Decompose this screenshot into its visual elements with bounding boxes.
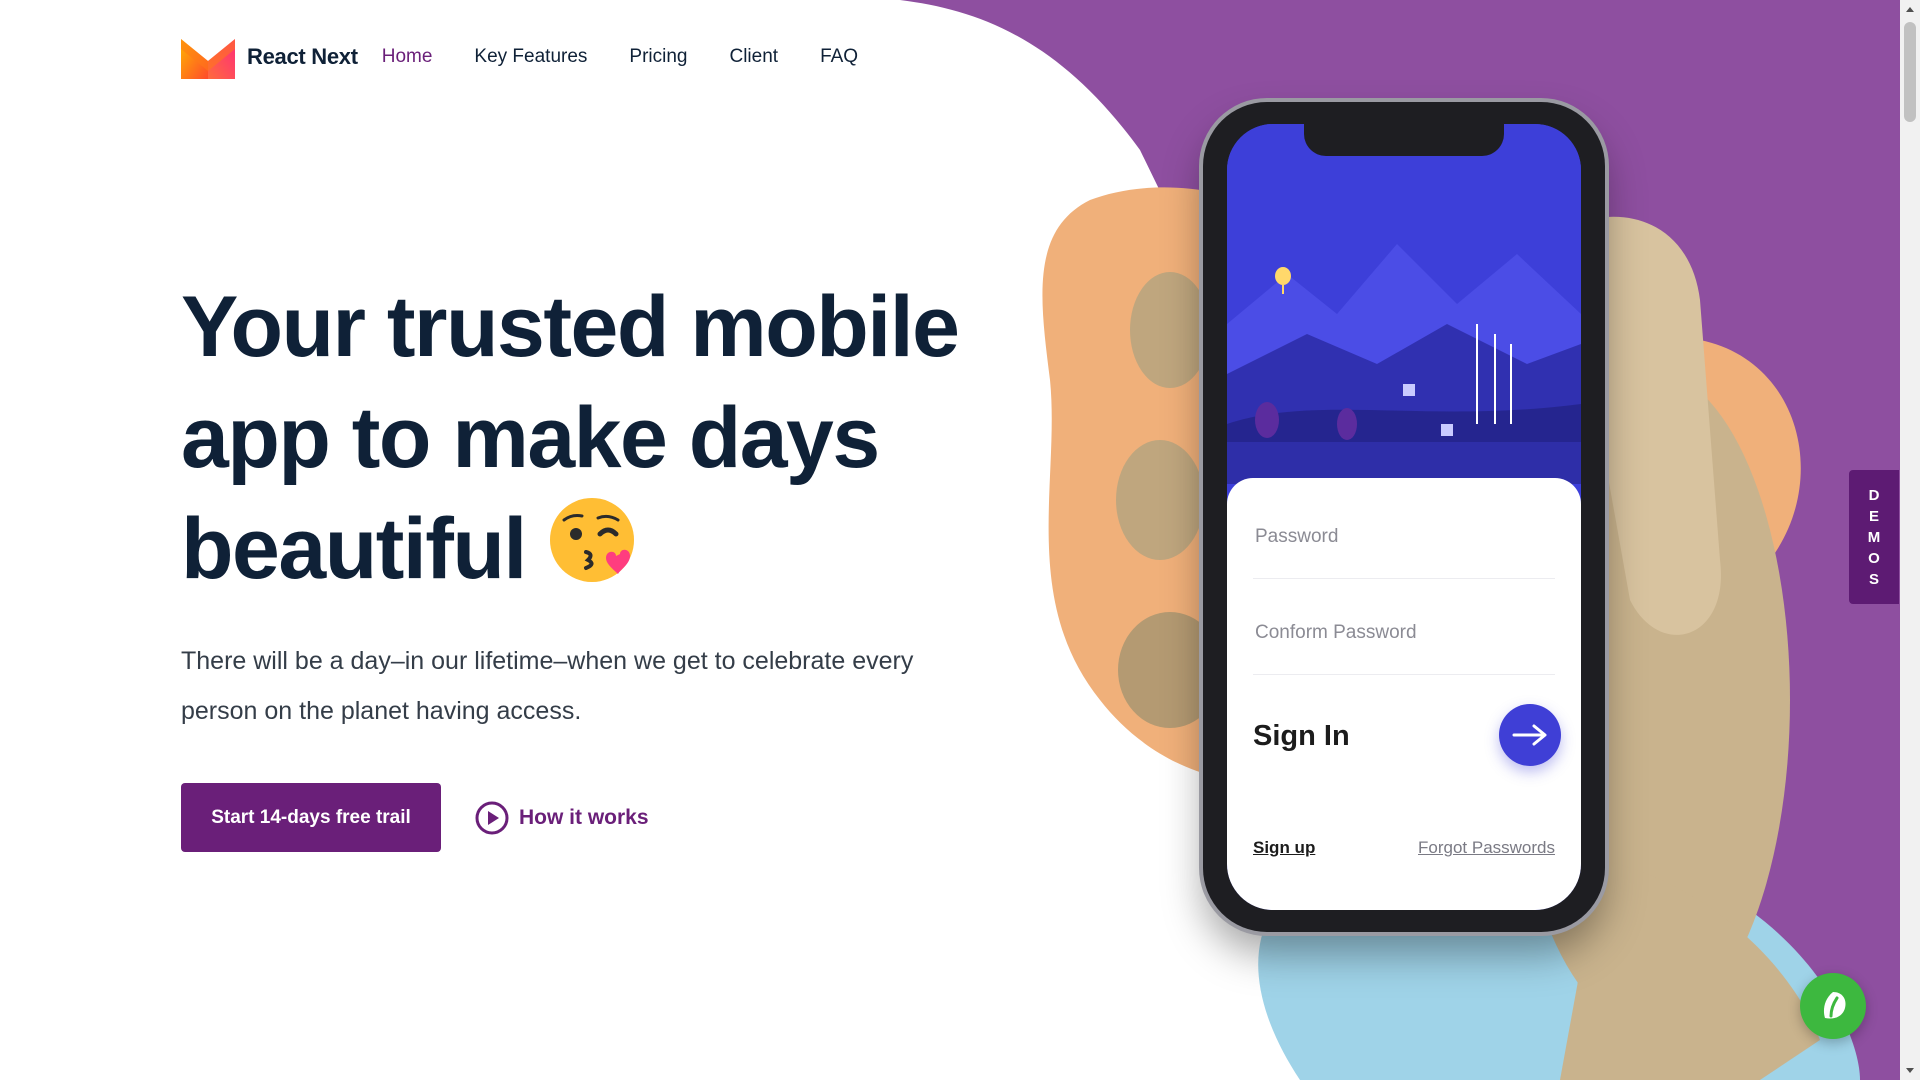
- signin-arrow-button[interactable]: [1499, 704, 1561, 766]
- chat-bubble-icon: [1823, 992, 1846, 1019]
- brand-name: React Next: [247, 44, 358, 69]
- phone-mockup: Sign In Sign up Forgot Passwords: [1203, 102, 1605, 932]
- page-scrollbar[interactable]: [1900, 0, 1920, 1080]
- demos-tab[interactable]: D E M O S: [1849, 470, 1899, 604]
- demos-letter: S: [1868, 570, 1879, 588]
- kissing-wink-heart-emoji-icon: [548, 494, 640, 613]
- arrow-right-icon: [1512, 724, 1547, 746]
- hero-actions: Start 14-days free trail How it works: [181, 783, 649, 852]
- demos-letter: M: [1867, 528, 1881, 546]
- signin-title: Sign In: [1253, 720, 1350, 752]
- demos-letter: D: [1868, 486, 1880, 504]
- signin-card: Sign In Sign up Forgot Passwords: [1227, 478, 1581, 910]
- scrollbar-thumb[interactable]: [1904, 22, 1916, 122]
- main-nav: Home Key Features Pricing Client FAQ: [382, 46, 900, 68]
- confirm-password-input[interactable]: [1253, 612, 1559, 654]
- nav-item-client[interactable]: Client: [729, 46, 778, 68]
- signup-link[interactable]: Sign up: [1253, 838, 1315, 858]
- hero-description: There will be a day–in our lifetime–when…: [181, 647, 914, 725]
- brand-logo[interactable]: React Next: [181, 35, 358, 79]
- demos-letter: E: [1868, 507, 1879, 525]
- phone-screen: Sign In Sign up Forgot Passwords: [1227, 124, 1581, 910]
- phone-notch: [1304, 124, 1504, 156]
- nav-item-key-features[interactable]: Key Features: [474, 46, 587, 68]
- confirm-password-field: [1253, 612, 1559, 675]
- scroll-down-arrow-icon[interactable]: [1900, 1062, 1920, 1080]
- nav-item-faq[interactable]: FAQ: [820, 46, 858, 68]
- password-input[interactable]: [1253, 516, 1559, 558]
- password-field: [1253, 516, 1559, 579]
- scroll-up-arrow-icon[interactable]: [1900, 0, 1920, 18]
- hero-headline: Your trusted mobile app to make days bea…: [181, 272, 1041, 613]
- landscape-illustration: [1227, 124, 1581, 484]
- forgot-password-link[interactable]: Forgot Passwords: [1418, 838, 1555, 858]
- how-it-works-button[interactable]: How it works: [475, 801, 649, 835]
- site-header: React Next Home Key Features Pricing Cli…: [181, 32, 900, 82]
- start-trial-button[interactable]: Start 14-days free trail: [181, 783, 441, 852]
- how-it-works-label: How it works: [519, 805, 649, 829]
- nav-item-pricing[interactable]: Pricing: [629, 46, 687, 68]
- play-icon: [475, 801, 509, 834]
- chat-widget-button[interactable]: [1800, 973, 1866, 1039]
- logo-mark-icon: [181, 39, 235, 79]
- nav-item-home[interactable]: Home: [382, 46, 433, 68]
- demos-letter: O: [1868, 549, 1880, 567]
